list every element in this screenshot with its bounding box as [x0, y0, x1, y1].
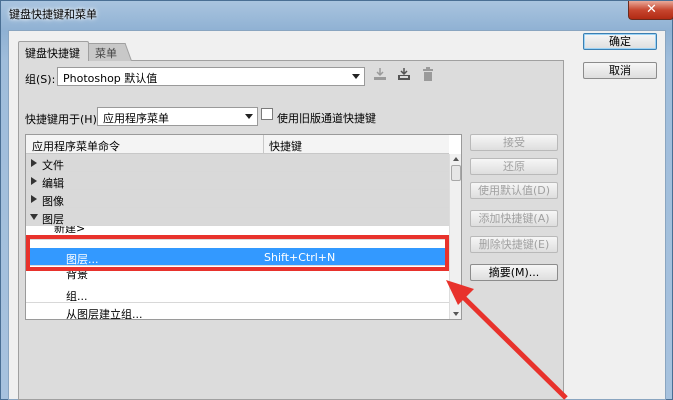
column-header-shortcut[interactable]: 快捷键	[269, 138, 302, 154]
table-row[interactable]: 从图层建立组...	[26, 303, 449, 320]
cancel-button[interactable]: 取消	[583, 62, 657, 79]
group-select[interactable]: Photoshop 默认值	[57, 67, 365, 86]
accept-button[interactable]: 接受	[470, 134, 558, 151]
tab-menus[interactable]: 菜单	[95, 45, 117, 61]
expand-arrow-icon[interactable]	[31, 159, 37, 167]
window-title: 键盘快捷键和菜单	[9, 8, 97, 21]
use-default-button[interactable]: 使用默认值(D)	[470, 182, 558, 199]
row-command: 编辑	[42, 177, 64, 190]
chevron-down-icon	[352, 74, 360, 79]
table-row[interactable]: 图层	[26, 208, 449, 226]
undo-button[interactable]: 还原	[470, 158, 558, 175]
delete-set-icon[interactable]	[420, 67, 436, 83]
add-shortcut-button[interactable]: 添加快捷键(A)	[470, 210, 558, 227]
shortcut-for-label: 快捷键用于(H):	[25, 113, 101, 126]
expand-arrow-icon[interactable]	[31, 177, 37, 185]
scroll-thumb[interactable]	[451, 165, 461, 181]
table-header: 应用程序菜单命令 快捷键	[26, 135, 449, 154]
save-set-icon[interactable]	[372, 67, 388, 83]
scroll-down-icon[interactable]	[453, 312, 459, 316]
row-command: 背景	[66, 270, 88, 281]
scroll-up-icon[interactable]	[453, 157, 459, 161]
legacy-channel-checkbox[interactable]	[261, 108, 273, 120]
collapse-arrow-icon[interactable]	[30, 214, 38, 220]
group-label: 组(S):	[25, 73, 56, 86]
ok-button[interactable]: 确定	[583, 33, 657, 50]
column-header-command[interactable]: 应用程序菜单命令	[32, 138, 120, 154]
chevron-down-icon	[245, 114, 253, 119]
legacy-channel-label: 使用旧版通道快捷键	[277, 112, 376, 125]
summary-button[interactable]: 摘要(M)...	[470, 264, 558, 281]
annotation-highlight-box	[26, 235, 449, 271]
shortcut-table: 应用程序菜单命令 快捷键 文件 编辑 图像 图层 新建> 图层... Shift…	[25, 134, 462, 320]
tab-keyboard-shortcuts-label: 键盘快捷键	[25, 47, 80, 60]
table-row[interactable]: 组...	[26, 285, 449, 303]
title-bar[interactable]: 键盘快捷键和菜单	[1, 1, 672, 27]
shortcut-for-select[interactable]: 应用程序菜单	[97, 107, 258, 126]
row-command: 从图层建立组...	[66, 308, 143, 320]
row-command: 文件	[42, 159, 64, 172]
column-divider[interactable]	[263, 135, 264, 154]
row-command: 图层	[42, 213, 64, 226]
save-set-as-icon[interactable]	[396, 67, 412, 83]
group-select-value: Photoshop 默认值	[63, 72, 158, 85]
close-button[interactable]: ✕	[628, 1, 673, 20]
expand-arrow-icon[interactable]	[31, 195, 37, 203]
delete-shortcut-button[interactable]: 删除快捷键(E)	[470, 236, 558, 253]
close-icon: ✕	[646, 2, 657, 17]
table-row[interactable]: 图像	[26, 190, 449, 208]
row-command: 图像	[42, 195, 64, 208]
table-row[interactable]: 背景	[26, 270, 449, 284]
table-row[interactable]: 编辑	[26, 172, 449, 190]
tab-keyboard-shortcuts[interactable]: 键盘快捷键	[18, 41, 89, 61]
table-row[interactable]: 文件	[26, 154, 449, 172]
vertical-scrollbar[interactable]	[449, 154, 461, 319]
shortcut-for-value: 应用程序菜单	[103, 112, 169, 125]
row-command: 组...	[66, 290, 88, 303]
